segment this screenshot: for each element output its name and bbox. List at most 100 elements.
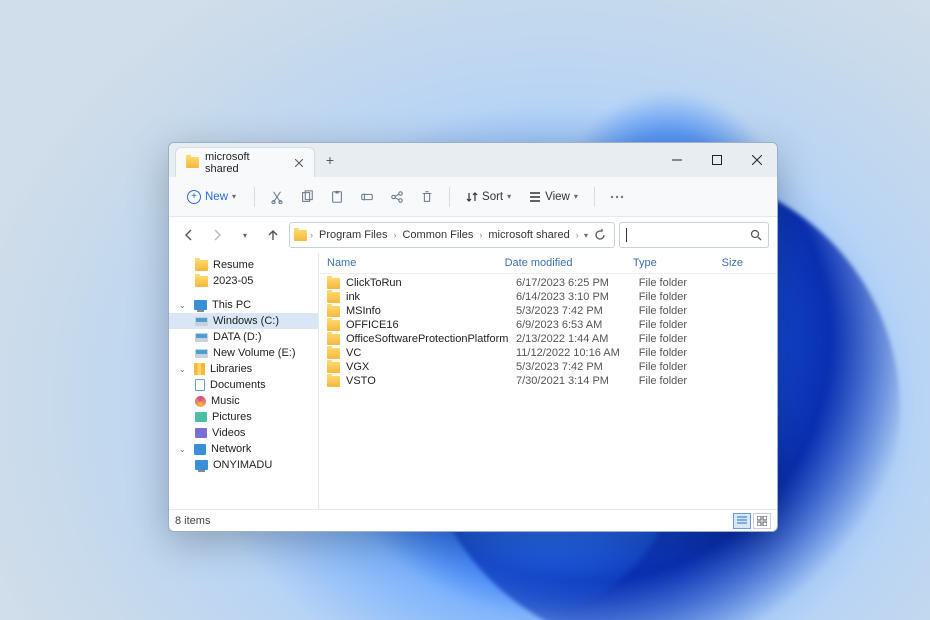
paste-button[interactable] xyxy=(323,183,351,211)
file-row[interactable]: VSTO7/30/2021 3:14 PMFile folder xyxy=(319,374,777,388)
share-button[interactable] xyxy=(383,183,411,211)
folder-icon xyxy=(327,320,340,331)
folder-icon xyxy=(327,348,340,359)
file-type: File folder xyxy=(639,291,724,303)
sort-icon xyxy=(466,191,478,203)
sidebar-item-drive-d[interactable]: DATA (D:) xyxy=(169,329,318,345)
column-headers: Name Date modified Type Size xyxy=(319,253,777,274)
toolbar: + New ▾ Sort ▾ View ▾ xyxy=(169,177,777,217)
chevron-down-icon: ⌄ xyxy=(179,301,189,310)
delete-button[interactable] xyxy=(413,183,441,211)
cut-button[interactable] xyxy=(263,183,291,211)
sidebar-item-videos[interactable]: Videos xyxy=(169,425,318,441)
file-list: Name Date modified Type Size ClickToRun6… xyxy=(319,253,777,509)
file-name: MSInfo xyxy=(346,305,516,317)
column-header-type[interactable]: Type xyxy=(633,257,722,269)
file-type: File folder xyxy=(639,375,724,387)
recent-locations-button[interactable]: ▾ xyxy=(233,223,257,247)
file-date: 2/13/2022 1:44 AM xyxy=(516,333,639,345)
large-icons-view-button[interactable] xyxy=(753,513,771,529)
separator xyxy=(254,187,255,207)
file-name: VSTO xyxy=(346,375,516,387)
plus-icon: + xyxy=(187,190,201,204)
folder-icon xyxy=(195,276,208,287)
sidebar-item-network[interactable]: ⌄Network xyxy=(169,441,318,457)
chevron-down-icon: ▾ xyxy=(574,192,578,201)
search-icon xyxy=(750,229,762,241)
tab-current[interactable]: microsoft shared xyxy=(175,147,315,177)
navigation-pane: Resume 2023-05 ⌄This PC Windows (C:) DAT… xyxy=(169,253,319,509)
search-input[interactable] xyxy=(619,222,769,248)
file-row[interactable]: OfficeSoftwareProtectionPlatform2/13/202… xyxy=(319,332,777,346)
folder-icon xyxy=(327,306,340,317)
back-button[interactable] xyxy=(177,223,201,247)
rename-button[interactable] xyxy=(353,183,381,211)
refresh-button[interactable] xyxy=(594,229,606,241)
file-row[interactable]: OFFICE166/9/2023 6:53 AMFile folder xyxy=(319,318,777,332)
forward-button[interactable] xyxy=(205,223,229,247)
chevron-down-icon: ⌄ xyxy=(179,445,189,454)
item-count: 8 items xyxy=(175,515,210,527)
sidebar-item-drive-e[interactable]: New Volume (E:) xyxy=(169,345,318,361)
sidebar-item-date[interactable]: 2023-05 xyxy=(169,273,318,289)
breadcrumb[interactable]: Common Files xyxy=(399,227,476,243)
minimize-button[interactable] xyxy=(657,143,697,177)
sidebar-item-drive-c[interactable]: Windows (C:) xyxy=(169,313,318,329)
sidebar-item-documents[interactable]: Documents xyxy=(169,377,318,393)
breadcrumb[interactable]: Program Files xyxy=(316,227,390,243)
chevron-right-icon: › xyxy=(392,230,397,240)
file-date: 6/9/2023 6:53 AM xyxy=(516,319,639,331)
drive-icon xyxy=(195,317,208,326)
file-row[interactable]: MSInfo5/3/2023 7:42 PMFile folder xyxy=(319,304,777,318)
file-name: ClickToRun xyxy=(346,277,516,289)
file-row[interactable]: VC11/12/2022 10:16 AMFile folder xyxy=(319,346,777,360)
drive-icon xyxy=(195,349,208,358)
details-view-button[interactable] xyxy=(733,513,751,529)
file-row[interactable]: ClickToRun6/17/2023 6:25 PMFile folder xyxy=(319,276,777,290)
sidebar-item-thispc[interactable]: ⌄This PC xyxy=(169,297,318,313)
separator xyxy=(449,187,450,207)
videos-icon xyxy=(195,428,207,438)
file-row[interactable]: ink6/14/2023 3:10 PMFile folder xyxy=(319,290,777,304)
status-bar: 8 items xyxy=(169,509,777,531)
column-header-name[interactable]: Name xyxy=(327,257,505,269)
file-name: OFFICE16 xyxy=(346,319,516,331)
more-button[interactable] xyxy=(603,183,631,211)
libraries-icon xyxy=(194,363,205,375)
chevron-right-icon: › xyxy=(309,230,314,240)
address-bar[interactable]: › Program Files › Common Files › microso… xyxy=(289,222,615,248)
file-type: File folder xyxy=(639,333,724,345)
file-type: File folder xyxy=(639,361,724,373)
close-tab-button[interactable] xyxy=(292,156,306,170)
sort-button[interactable]: Sort ▾ xyxy=(458,187,519,207)
file-row[interactable]: VGX5/3/2023 7:42 PMFile folder xyxy=(319,360,777,374)
folder-icon xyxy=(327,278,340,289)
copy-button[interactable] xyxy=(293,183,321,211)
file-type: File folder xyxy=(639,347,724,359)
column-header-size[interactable]: Size xyxy=(722,257,771,269)
pc-icon xyxy=(195,460,208,470)
breadcrumb[interactable]: microsoft shared xyxy=(485,227,572,243)
close-button[interactable] xyxy=(737,143,777,177)
new-label: New xyxy=(205,191,228,203)
up-button[interactable] xyxy=(261,223,285,247)
sidebar-item-pictures[interactable]: Pictures xyxy=(169,409,318,425)
sidebar-item-resume[interactable]: Resume xyxy=(169,257,318,273)
drive-icon xyxy=(195,333,208,342)
new-tab-button[interactable]: + xyxy=(315,143,345,177)
new-button[interactable]: + New ▾ xyxy=(177,186,246,208)
file-date: 5/3/2023 7:42 PM xyxy=(516,305,639,317)
document-icon xyxy=(195,379,205,391)
sidebar-item-network-pc[interactable]: ONYIMADU xyxy=(169,457,318,473)
sidebar-item-libraries[interactable]: ⌄Libraries xyxy=(169,361,318,377)
view-button[interactable]: View ▾ xyxy=(521,187,586,207)
tab-title: microsoft shared xyxy=(205,151,286,175)
pc-icon xyxy=(194,300,207,310)
pictures-icon xyxy=(195,412,207,422)
sidebar-item-music[interactable]: Music xyxy=(169,393,318,409)
maximize-button[interactable] xyxy=(697,143,737,177)
file-type: File folder xyxy=(639,319,724,331)
chevron-down-icon[interactable]: ▾ xyxy=(584,231,588,240)
column-header-date[interactable]: Date modified xyxy=(505,257,633,269)
folder-icon xyxy=(327,292,340,303)
